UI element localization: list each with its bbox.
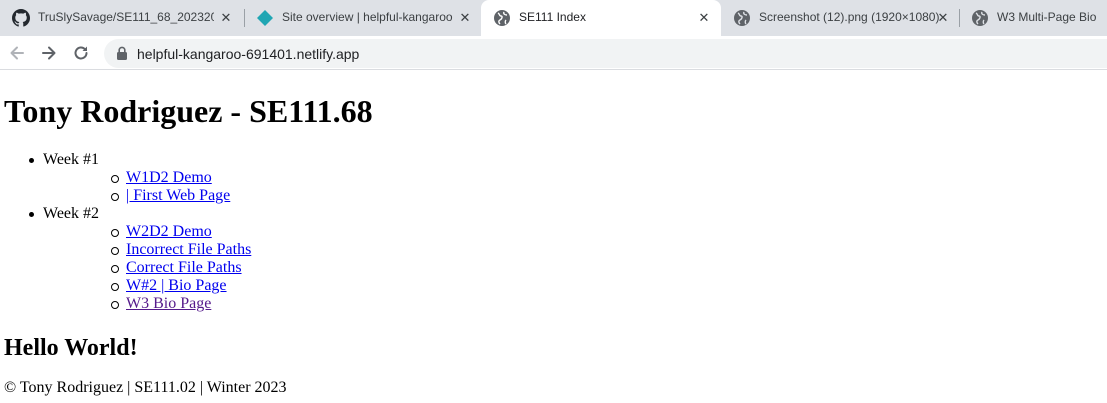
- back-button[interactable]: [5, 42, 29, 64]
- arrow-right-icon: [42, 46, 56, 60]
- close-icon[interactable]: ✕: [457, 10, 473, 26]
- link-list: W2D2 Demo Incorrect File Paths Correct F…: [43, 223, 251, 313]
- link-w1d2-demo[interactable]: W1D2 Demo: [126, 169, 212, 186]
- page-content: Tony Rodriguez - SE111.68 Week #1 W1D2 D…: [0, 71, 1107, 403]
- arrow-left-icon: [10, 46, 24, 60]
- week-label: Week #2: [43, 205, 100, 222]
- tab-title: W3 Multi-Page Bio: [997, 10, 1097, 24]
- tab-w3-multi-page-bio[interactable]: W3 Multi-Page Bio: [959, 0, 1107, 36]
- close-icon[interactable]: ✕: [218, 10, 234, 26]
- list-item: W2D2 Demo: [43, 223, 251, 241]
- tab-title: Screenshot (12).png (1920×1080): [759, 10, 940, 24]
- link-incorrect-file-paths[interactable]: Incorrect File Paths: [126, 241, 251, 258]
- tab-title: SE111 Index: [519, 10, 586, 24]
- url-text[interactable]: helpful-kangaroo-691401.netlify.app: [137, 46, 359, 62]
- tab-title: TruSlySavage/SE111_68_202320: [38, 10, 214, 24]
- list-item: W#2 | Bio Page: [43, 277, 251, 295]
- link-first-web-page[interactable]: | First Web Page: [126, 187, 230, 204]
- tab-strip: TruSlySavage/SE111_68_202320 ✕ Site over…: [0, 0, 1107, 36]
- link-w2-bio-page[interactable]: W#2 | Bio Page: [126, 277, 227, 294]
- list-item: Incorrect File Paths: [43, 241, 251, 259]
- week-item: Week #2 W2D2 Demo Incorrect File Paths C…: [0, 205, 251, 313]
- tab-screenshot-image[interactable]: Screenshot (12).png (1920×1080) ✕: [721, 0, 959, 36]
- forward-button[interactable]: [37, 42, 61, 64]
- close-icon[interactable]: ✕: [696, 10, 712, 26]
- list-item: W3 Bio Page: [43, 295, 251, 313]
- close-icon[interactable]: ✕: [935, 10, 951, 26]
- list-item: | First Web Page: [43, 187, 251, 205]
- week-label: Week #1: [43, 151, 100, 168]
- lock-icon[interactable]: [116, 46, 128, 60]
- page-title: Tony Rodriguez - SE111.68: [4, 93, 373, 129]
- globe-icon: [494, 10, 510, 26]
- globe-icon: [734, 10, 750, 26]
- link-w3-bio-page[interactable]: W3 Bio Page: [126, 295, 211, 312]
- browser-toolbar: helpful-kangaroo-691401.netlify.app: [0, 36, 1107, 70]
- list-item: Correct File Paths: [43, 259, 251, 277]
- list-item: W1D2 Demo: [43, 169, 251, 187]
- tab-github-repo[interactable]: TruSlySavage/SE111_68_202320 ✕: [0, 0, 244, 36]
- link-correct-file-paths[interactable]: Correct File Paths: [126, 259, 242, 276]
- address-bar[interactable]: helpful-kangaroo-691401.netlify.app: [104, 39, 1107, 68]
- netlify-icon: [257, 10, 273, 26]
- link-w2d2-demo[interactable]: W2D2 Demo: [126, 223, 212, 240]
- week-item: Week #1 W1D2 Demo | First Web Page: [0, 151, 251, 205]
- hello-heading: Hello World!: [4, 335, 138, 361]
- globe-icon: [972, 10, 988, 26]
- footer-text: © Tony Rodriguez | SE111.02 | Winter 202…: [4, 379, 287, 396]
- reload-icon: [74, 46, 88, 60]
- reload-button[interactable]: [69, 42, 93, 64]
- tab-title: Site overview | helpful-kangaroo-: [282, 10, 453, 24]
- link-list: W1D2 Demo | First Web Page: [43, 169, 251, 205]
- github-icon: [12, 9, 30, 27]
- week-list: Week #1 W1D2 Demo | First Web Page Week …: [0, 151, 251, 313]
- tab-se111-index[interactable]: SE111 Index ✕: [481, 0, 721, 36]
- tab-netlify-site-overview[interactable]: Site overview | helpful-kangaroo- ✕: [244, 0, 481, 36]
